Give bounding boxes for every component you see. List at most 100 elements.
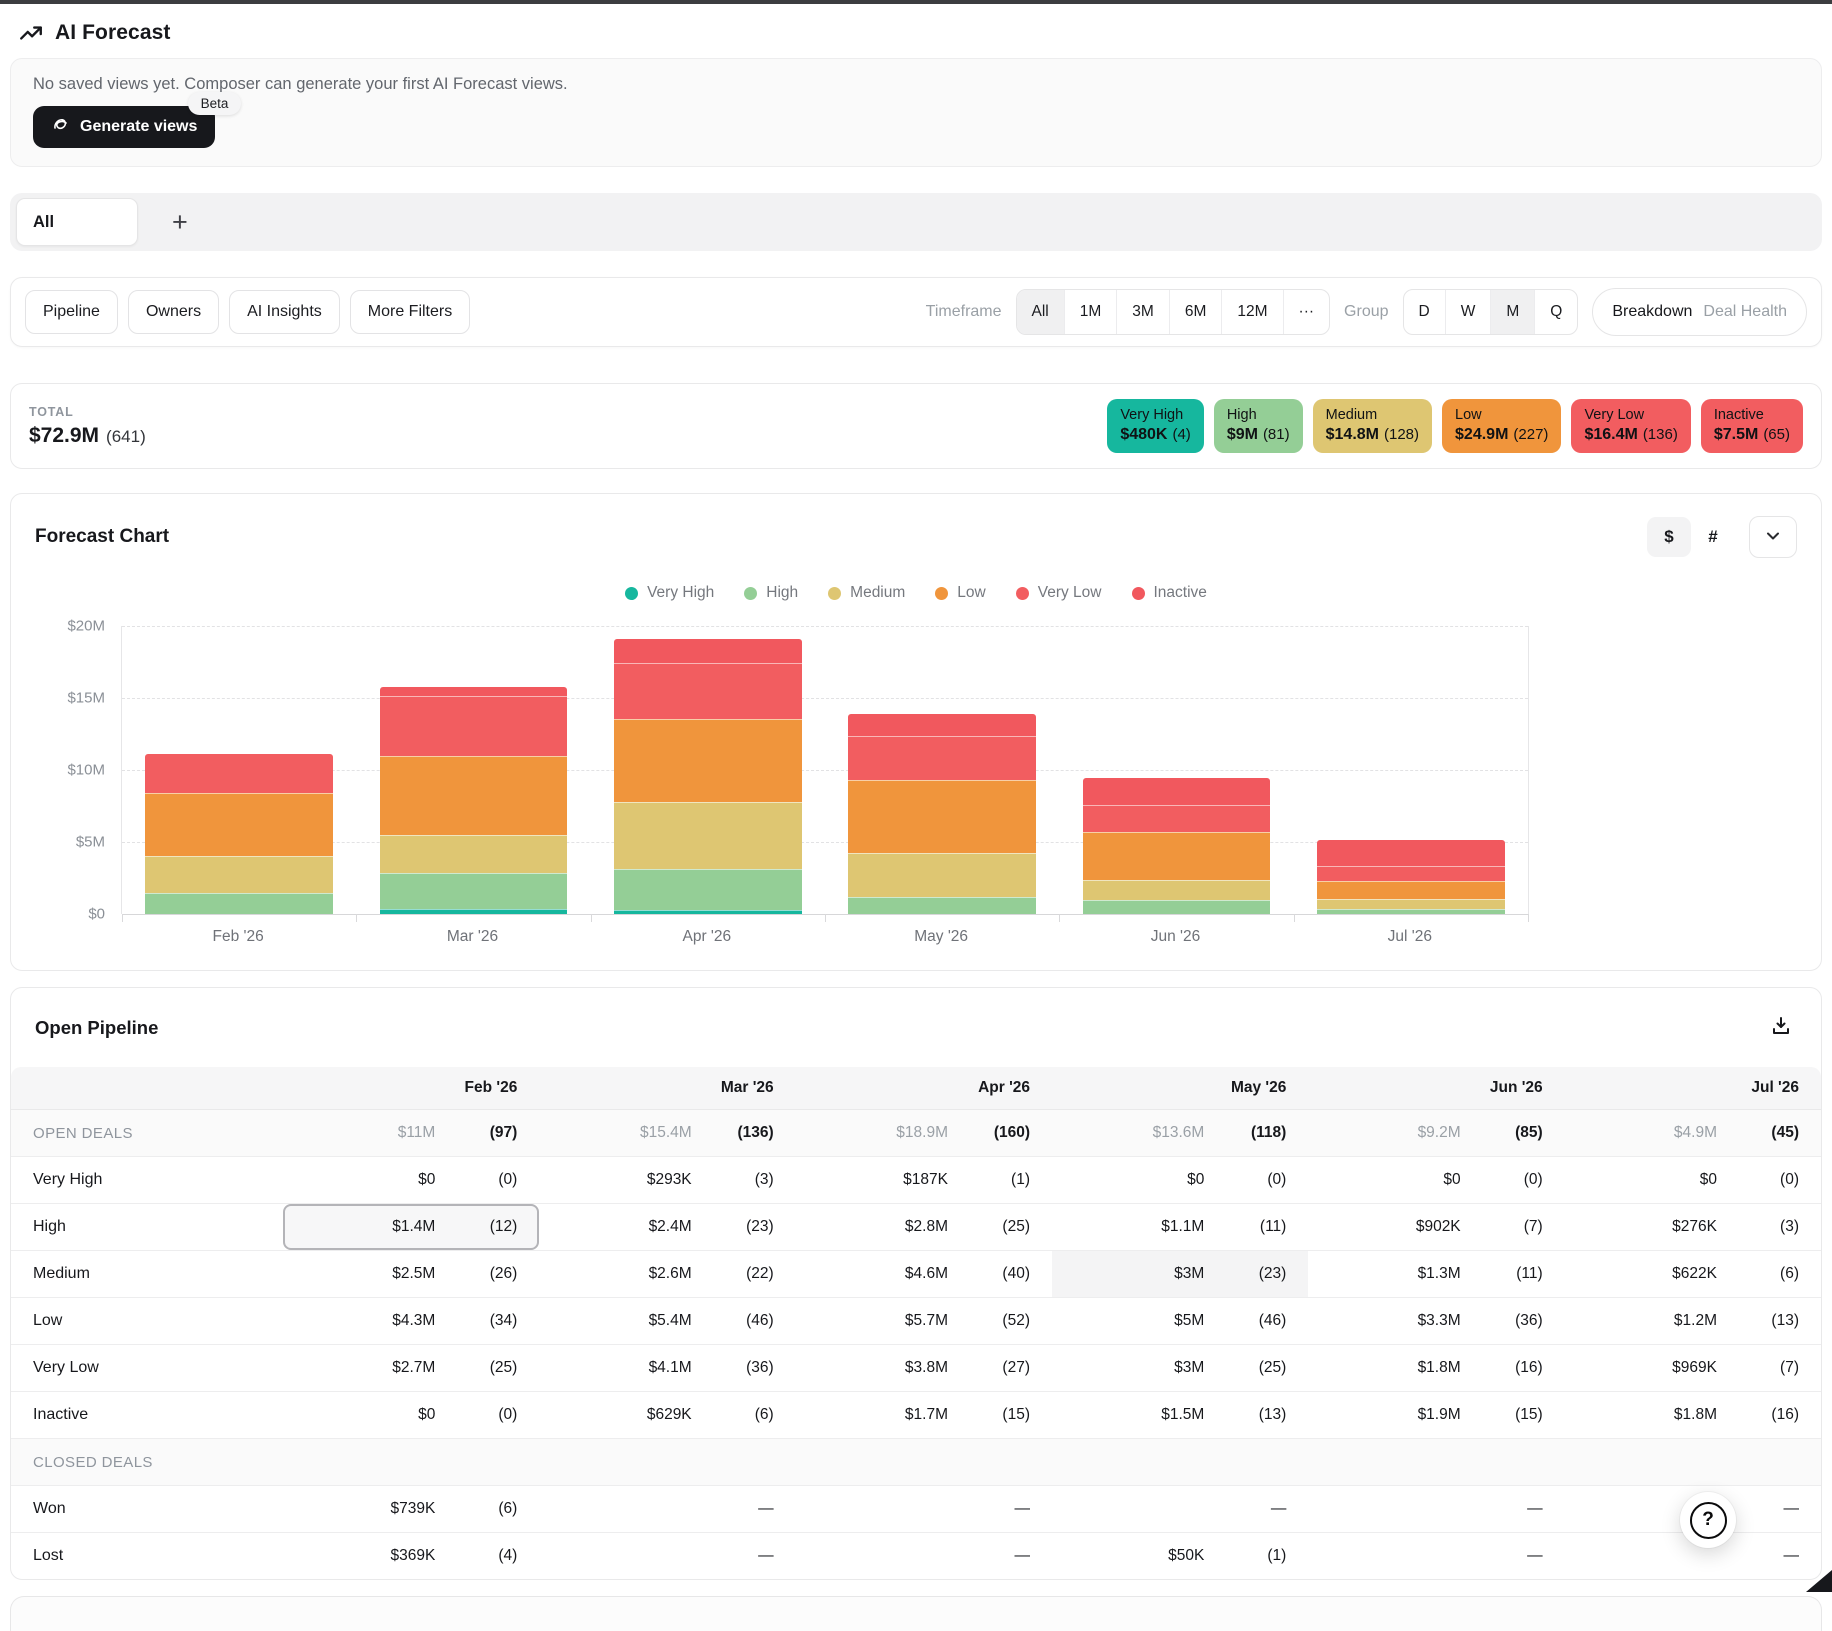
cell-closed-deals-jul-26[interactable] [1565,1439,1821,1485]
cell-closed-deals-apr-26[interactable] [796,1439,1052,1485]
cell-high-may-26[interactable]: $1.1M(11) [1052,1204,1308,1250]
legend-item-low[interactable]: Low [935,584,985,602]
help-button[interactable]: ? [1680,1492,1736,1548]
cell-open-deals-feb-26[interactable]: $11M(97) [283,1110,539,1156]
breakdown-button[interactable]: Breakdown Deal Health [1592,288,1807,336]
group-option-m[interactable]: M [1490,290,1534,334]
cell-very-low-may-26[interactable]: $3M(25) [1052,1345,1308,1391]
cell-medium-jul-26[interactable]: $622K(6) [1565,1251,1821,1297]
cell-won-apr-26[interactable]: — [796,1486,1052,1532]
cell-high-jul-26[interactable]: $276K(3) [1565,1204,1821,1250]
cell-lost-may-26[interactable]: $50K(1) [1052,1533,1308,1579]
cell-open-deals-jun-26[interactable]: $9.2M(85) [1308,1110,1564,1156]
cell-lost-feb-26[interactable]: $369K(4) [283,1533,539,1579]
cell-very-high-jun-26[interactable]: $0(0) [1308,1157,1564,1203]
download-icon[interactable] [1765,1010,1797,1045]
legend-label: Very High [647,584,714,602]
timeframe-option-item[interactable]: ··· [1283,290,1330,334]
cell-very-low-feb-26[interactable]: $2.7M(25) [283,1345,539,1391]
cell-very-high-feb-26[interactable]: $0(0) [283,1157,539,1203]
group-option-q[interactable]: Q [1534,290,1577,334]
stacked-bar-jul-26[interactable] [1317,840,1504,914]
cell-inactive-apr-26[interactable]: $1.7M(15) [796,1392,1052,1438]
cell-low-may-26[interactable]: $5M(46) [1052,1298,1308,1344]
stacked-bar-apr-26[interactable] [614,639,801,914]
timeframe-option-1m[interactable]: 1M [1064,290,1117,334]
timeframe-option-all[interactable]: All [1017,290,1064,334]
cell-high-apr-26[interactable]: $2.8M(25) [796,1204,1052,1250]
legend-item-inactive[interactable]: Inactive [1132,584,1207,602]
collapse-chart-button[interactable] [1749,516,1797,558]
cell-medium-may-26[interactable]: $3M(23) [1052,1251,1308,1297]
cell-medium-feb-26[interactable]: $2.5M(26) [283,1251,539,1297]
tab-all[interactable]: All [16,198,138,246]
currency-toggle-button[interactable]: $ [1647,517,1691,557]
cell-closed-deals-mar-26[interactable] [539,1439,795,1485]
cell-very-high-may-26[interactable]: $0(0) [1052,1157,1308,1203]
cell-closed-deals-feb-26[interactable] [283,1439,539,1485]
cell-closed-deals-jun-26[interactable] [1308,1439,1564,1485]
cell-value: $5.7M [796,1312,948,1330]
cell-low-apr-26[interactable]: $5.7M(52) [796,1298,1052,1344]
timeframe-option-6m[interactable]: 6M [1169,290,1222,334]
cell-very-low-jun-26[interactable]: $1.8M(16) [1308,1345,1564,1391]
legend-item-very-high[interactable]: Very High [625,584,714,602]
filter-button-pipeline[interactable]: Pipeline [25,290,118,334]
cell-lost-mar-26[interactable]: — [539,1533,795,1579]
cell-won-jun-26[interactable]: — [1308,1486,1564,1532]
legend-item-medium[interactable]: Medium [828,584,905,602]
cell-inactive-jul-26[interactable]: $1.8M(16) [1565,1392,1821,1438]
cell-inactive-feb-26[interactable]: $0(0) [283,1392,539,1438]
cell-lost-apr-26[interactable]: — [796,1533,1052,1579]
cell-very-high-mar-26[interactable]: $293K(3) [539,1157,795,1203]
cell-medium-mar-26[interactable]: $2.6M(22) [539,1251,795,1297]
cell-inactive-jun-26[interactable]: $1.9M(15) [1308,1392,1564,1438]
cell-low-feb-26[interactable]: $4.3M(34) [283,1298,539,1344]
cell-very-low-mar-26[interactable]: $4.1M(36) [539,1345,795,1391]
cell-open-deals-apr-26[interactable]: $18.9M(160) [796,1110,1052,1156]
cell-open-deals-jul-26[interactable]: $4.9M(45) [1565,1110,1821,1156]
group-option-w[interactable]: W [1445,290,1491,334]
cell-won-may-26[interactable]: — [1052,1486,1308,1532]
group-option-d[interactable]: D [1404,290,1445,334]
add-view-button[interactable]: + [164,209,196,236]
cell-very-high-apr-26[interactable]: $187K(1) [796,1157,1052,1203]
filter-button-more-filters[interactable]: More Filters [350,290,470,334]
generate-views-button[interactable]: Generate views [33,106,215,148]
cell-open-deals-mar-26[interactable]: $15.4M(136) [539,1110,795,1156]
legend-item-very-low[interactable]: Very Low [1016,584,1102,602]
cell-inactive-may-26[interactable]: $1.5M(13) [1052,1392,1308,1438]
cell-very-low-apr-26[interactable]: $3.8M(27) [796,1345,1052,1391]
filter-button-owners[interactable]: Owners [128,290,219,334]
cell-medium-apr-26[interactable]: $4.6M(40) [796,1251,1052,1297]
cell-inactive-mar-26[interactable]: $629K(6) [539,1392,795,1438]
filter-button-ai-insights[interactable]: AI Insights [229,290,340,334]
cell-closed-deals-may-26[interactable] [1052,1439,1308,1485]
legend-item-high[interactable]: High [744,584,798,602]
total-summary-card: TOTAL $72.9M (641) Very High$480K(4)High… [10,383,1822,469]
cell-lost-jun-26[interactable]: — [1308,1533,1564,1579]
cell-very-high-jul-26[interactable]: $0(0) [1565,1157,1821,1203]
cell-open-deals-may-26[interactable]: $13.6M(118) [1052,1110,1308,1156]
cell-low-jul-26[interactable]: $1.2M(13) [1565,1298,1821,1344]
cell-low-mar-26[interactable]: $5.4M(46) [539,1298,795,1344]
cell-won-feb-26[interactable]: $739K(6) [283,1486,539,1532]
badge-line: $14.8M(128) [1326,426,1419,444]
cell-won-mar-26[interactable]: — [539,1486,795,1532]
cell-low-jun-26[interactable]: $3.3M(36) [1308,1298,1564,1344]
timeframe-option-12m[interactable]: 12M [1221,290,1282,334]
stacked-bar-feb-26[interactable] [145,754,332,914]
breakdown-label: Breakdown [1612,303,1692,321]
count-toggle-button[interactable]: # [1691,517,1735,557]
cell-high-jun-26[interactable]: $902K(7) [1308,1204,1564,1250]
cell-high-feb-26[interactable]: $1.4M(12) [283,1204,539,1250]
x-label-mar-26: Mar '26 [355,928,589,946]
row-label-medium: Medium [11,1251,283,1297]
stacked-bar-jun-26[interactable] [1083,778,1270,914]
cell-high-mar-26[interactable]: $2.4M(23) [539,1204,795,1250]
cell-medium-jun-26[interactable]: $1.3M(11) [1308,1251,1564,1297]
timeframe-option-3m[interactable]: 3M [1116,290,1169,334]
stacked-bar-mar-26[interactable] [380,687,567,914]
stacked-bar-may-26[interactable] [848,714,1035,914]
cell-very-low-jul-26[interactable]: $969K(7) [1565,1345,1821,1391]
